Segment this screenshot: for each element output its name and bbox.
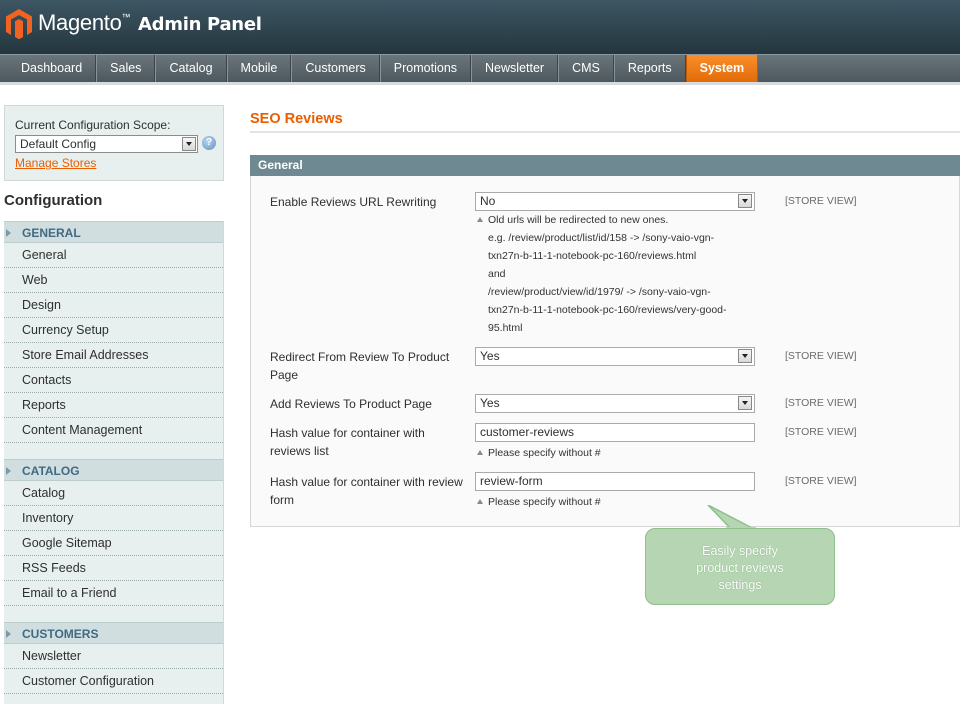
nav-item-newsletter[interactable]: Newsletter: [471, 55, 559, 82]
main-nav: Dashboard Sales Catalog Mobile Customers Prom…: [0, 54, 960, 82]
fieldset-header[interactable]: General: [250, 155, 960, 176]
brand-title: Magento™ Admin Panel: [38, 10, 262, 36]
configuration-heading: Configuration: [4, 182, 224, 220]
scope-label: Current Configuration Scope:: [15, 118, 171, 132]
field-note: and: [488, 268, 506, 280]
note-arrow-icon: [477, 450, 483, 455]
nav-item-sales[interactable]: Sales: [96, 55, 156, 82]
sidebar-item-google-sitemap[interactable]: Google Sitemap: [4, 531, 223, 556]
brand-name: Magento: [38, 10, 122, 35]
field-note: 95.html: [488, 322, 523, 334]
nav-divider: [0, 82, 960, 85]
field-note: Old urls will be redirected to new ones.: [488, 214, 669, 226]
field-value: Yes: [480, 396, 500, 410]
nav-item-system[interactable]: System: [685, 55, 759, 82]
page-title: SEO Reviews: [250, 111, 343, 127]
admin-header: Magento™ Admin Panel: [0, 0, 960, 54]
setting-input[interactable]: customer-reviews: [475, 423, 755, 442]
note-arrow-icon: [477, 217, 483, 222]
callout-line: settings: [718, 578, 762, 592]
setting-select[interactable]: Yes: [475, 394, 755, 413]
note-arrow-icon: [477, 499, 483, 504]
field-label: Add Reviews To Product Page: [270, 397, 432, 411]
nav-item-reports[interactable]: Reports: [613, 55, 686, 82]
field-label: Hash value for container with reviews li…: [270, 426, 425, 458]
title-divider: [250, 131, 960, 133]
nav-item-customers[interactable]: Customers: [291, 55, 380, 82]
sidebar-item-newsletter[interactable]: Newsletter: [4, 644, 223, 669]
sidebar-item-reports[interactable]: Reports: [4, 393, 223, 418]
config-scope-box: Current Configuration Scope: Default Con…: [4, 105, 224, 181]
field-label: Redirect From Review To Product Page: [270, 350, 450, 382]
manage-stores-link[interactable]: Manage Stores: [15, 156, 96, 170]
sidebar-item-customer-configuration[interactable]: Customer Configuration: [4, 669, 223, 694]
sidebar-item-content-management[interactable]: Content Management: [4, 418, 223, 443]
scope-tag: [STORE VIEW]: [785, 397, 857, 409]
sidebar-item-email-to-a-friend[interactable]: Email to a Friend: [4, 581, 223, 606]
callout-line: Easily specify: [702, 544, 778, 558]
nav-item-dashboard[interactable]: Dashboard: [8, 55, 97, 82]
sidebar-item-design[interactable]: Design: [4, 293, 223, 318]
sidebar-group-catalog[interactable]: CATALOG: [4, 459, 223, 481]
scope-tag: [STORE VIEW]: [785, 350, 857, 362]
field-label: Enable Reviews URL Rewriting: [270, 195, 437, 209]
sidebar-group-customers[interactable]: CUSTOMERS: [4, 622, 223, 644]
sidebar-item-inventory[interactable]: Inventory: [4, 506, 223, 531]
field-value: review-form: [480, 474, 543, 488]
sidebar-item-general[interactable]: General: [4, 243, 223, 268]
chevron-down-icon[interactable]: [738, 349, 752, 363]
nav-item-promotions[interactable]: Promotions: [379, 55, 472, 82]
trademark: ™: [121, 12, 131, 22]
nav-item-catalog[interactable]: Catalog: [155, 55, 227, 82]
chevron-down-icon[interactable]: [738, 396, 752, 410]
field-note: Please specify without #: [488, 496, 601, 508]
chevron-down-icon[interactable]: [182, 137, 196, 151]
help-icon[interactable]: ?: [202, 136, 216, 150]
field-note: txn27n-b-11-1-notebook-pc-160/reviews.ht…: [488, 250, 697, 262]
scope-tag: [STORE VIEW]: [785, 195, 857, 207]
field-note: /review/product/view/id/1979/ -> /sony-v…: [488, 286, 711, 298]
nav-item-mobile[interactable]: Mobile: [226, 55, 292, 82]
sidebar-item-rss-feeds[interactable]: RSS Feeds: [4, 556, 223, 581]
sidebar-item-contacts[interactable]: Contacts: [4, 368, 223, 393]
scope-select-value: Default Config: [20, 137, 97, 151]
sidebar-item-catalog[interactable]: Catalog: [4, 481, 223, 506]
setting-select[interactable]: Yes: [475, 347, 755, 366]
field-value: No: [480, 194, 496, 208]
field-label: Hash value for container with review for…: [270, 475, 463, 507]
sidebar-item-currency-setup[interactable]: Currency Setup: [4, 318, 223, 343]
setting-select[interactable]: No: [475, 192, 755, 211]
info-callout: Easily specify product reviews settings: [645, 528, 835, 605]
chevron-down-icon[interactable]: [738, 194, 752, 208]
field-value: Yes: [480, 349, 500, 363]
config-sidebar: GENERAL General Web Design Currency Setup Sto…: [4, 221, 224, 704]
scope-tag: [STORE VIEW]: [785, 426, 857, 438]
brand-subtitle: Admin Panel: [138, 14, 262, 35]
magento-logo-icon[interactable]: [5, 8, 33, 40]
nav-item-cms[interactable]: CMS: [558, 55, 614, 82]
sidebar-group-general[interactable]: GENERAL: [4, 221, 223, 243]
callout-line: product reviews: [696, 561, 784, 575]
field-note: e.g. /review/product/list/id/158 -> /son…: [488, 232, 715, 244]
scope-tag: [STORE VIEW]: [785, 475, 857, 487]
sidebar-item-store-email-addresses[interactable]: Store Email Addresses: [4, 343, 223, 368]
field-value: customer-reviews: [480, 425, 575, 439]
sidebar-item-web[interactable]: Web: [4, 268, 223, 293]
scope-select[interactable]: Default Config: [15, 135, 198, 153]
field-note: txn27n-b-11-1-notebook-pc-160/reviews/ve…: [488, 304, 727, 316]
setting-input[interactable]: review-form: [475, 472, 755, 491]
field-note: Please specify without #: [488, 447, 601, 459]
